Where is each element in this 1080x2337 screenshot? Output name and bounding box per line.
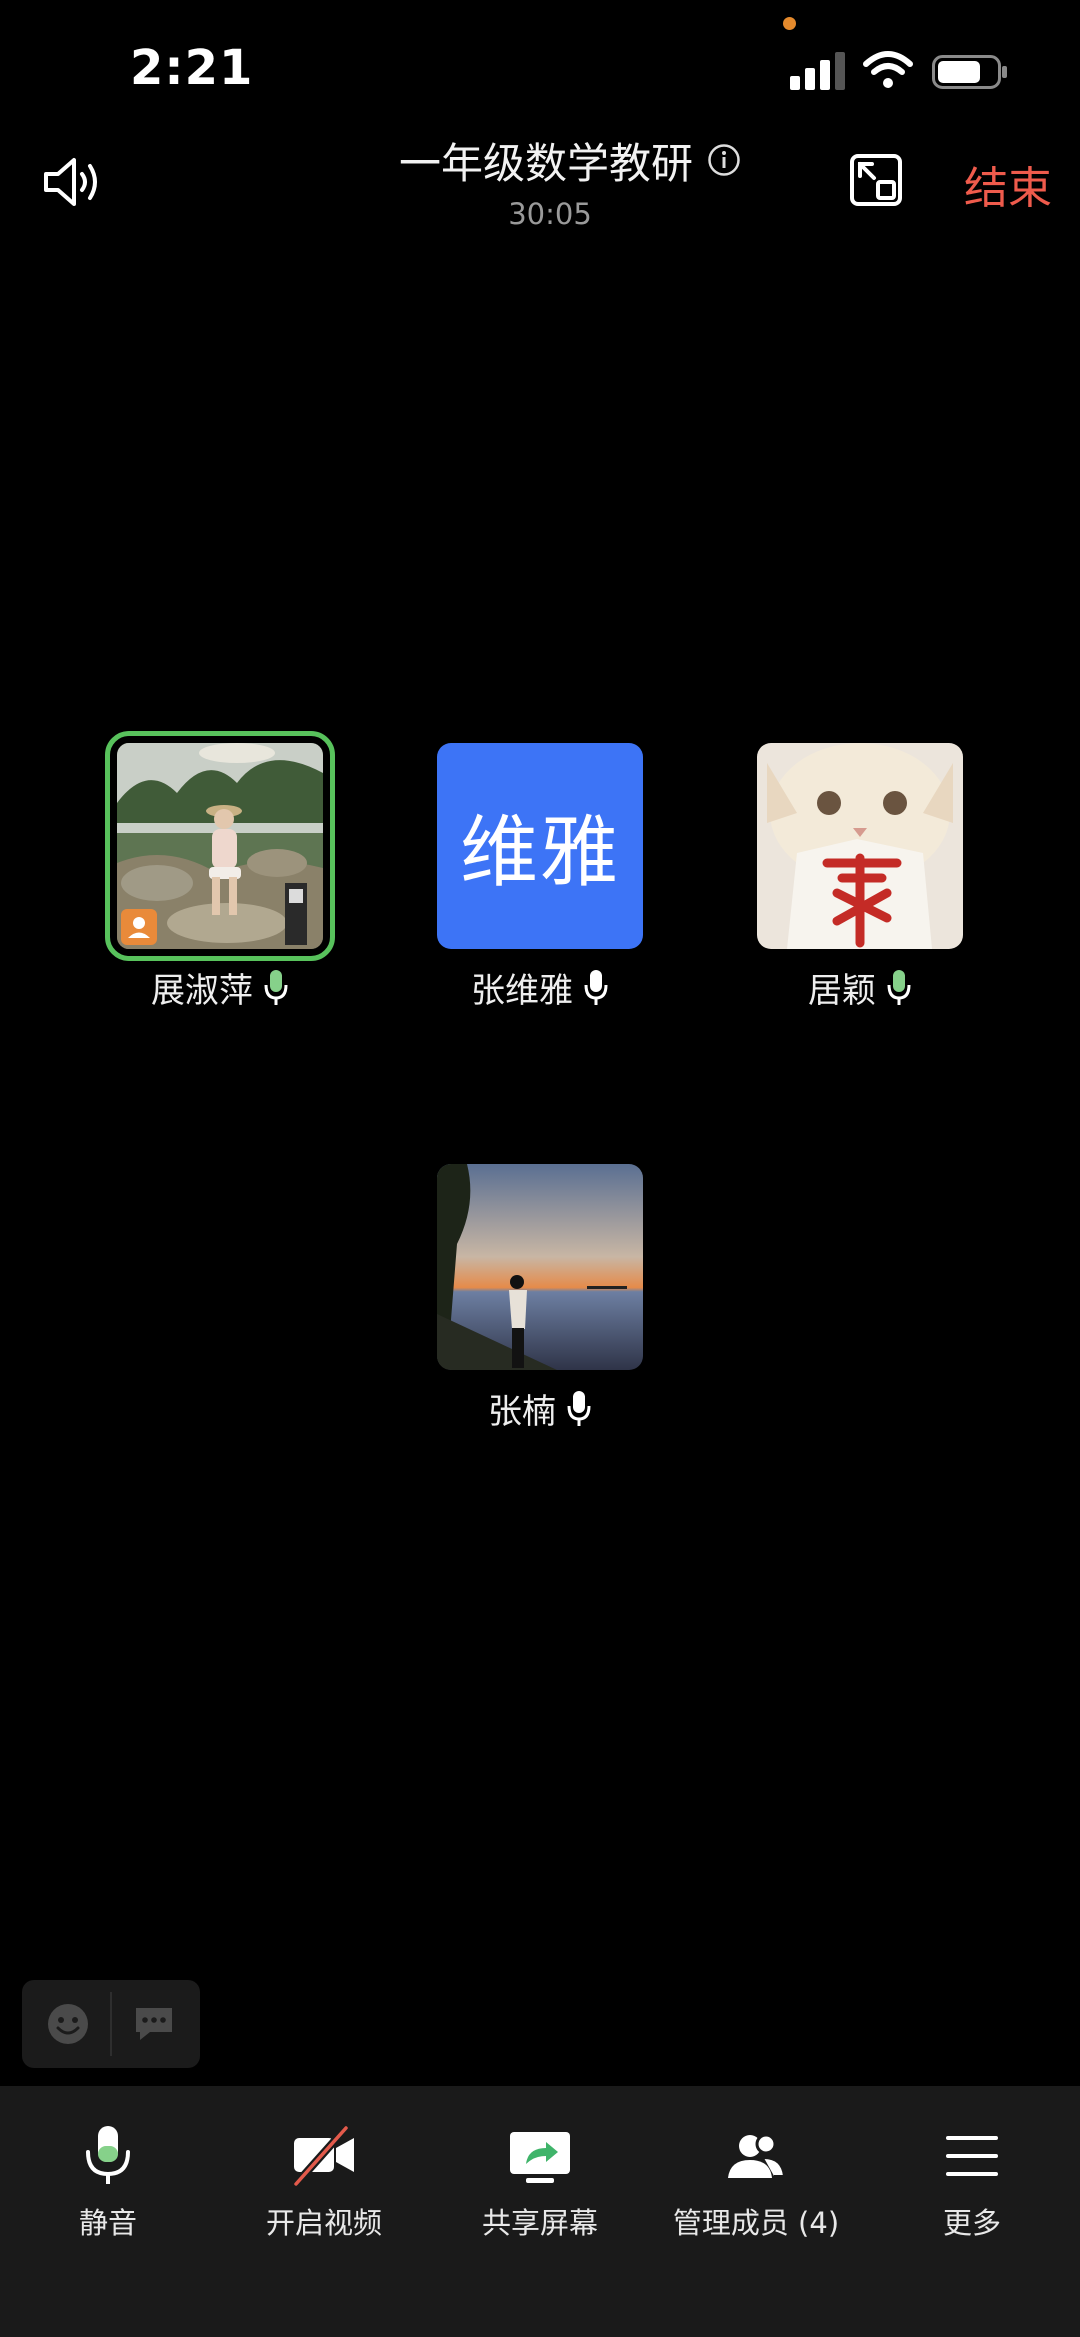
participant-name-row: 张维雅	[437, 963, 643, 1011]
bottom-toolbar: 静音 开启视频 共享屏幕 管理成员 (4) 更多	[0, 2086, 1080, 2337]
chat-message-icon[interactable]	[132, 2004, 176, 2044]
minimize-window-icon[interactable]	[848, 152, 904, 208]
participant-name: 居颖	[808, 970, 876, 1011]
participant-name-row: 张楠	[437, 1384, 643, 1432]
mute-label: 静音	[78, 2206, 137, 2240]
host-badge-icon	[121, 909, 157, 945]
participant-name: 张楠	[488, 1391, 556, 1432]
reaction-chat-bar	[22, 1980, 200, 2068]
emoji-icon[interactable]	[46, 2002, 90, 2046]
wifi-icon	[863, 51, 913, 88]
participant-name-row: 展淑萍	[117, 963, 323, 1011]
mic-icon	[567, 1391, 591, 1426]
divider	[110, 1992, 112, 2056]
info-icon[interactable]	[707, 143, 741, 177]
speaker-icon[interactable]	[40, 150, 104, 214]
manage-members-button[interactable]: 管理成员 (4)	[648, 2086, 864, 2256]
mic-active-icon	[887, 970, 911, 1005]
end-meeting-button[interactable]: 结束	[964, 152, 1052, 216]
privacy-indicator-dot	[783, 17, 796, 30]
mic-icon	[584, 970, 608, 1005]
more-label: 更多	[942, 2206, 1001, 2240]
participant-name-row: 居颖	[757, 963, 963, 1011]
meeting-title-row[interactable]: 一年级数学教研	[380, 130, 760, 190]
microphone-icon	[86, 2126, 130, 2184]
participant-avatar[interactable]	[105, 731, 335, 961]
participant-name: 展淑萍	[151, 970, 253, 1011]
video-off-icon	[293, 2125, 354, 2187]
battery-icon	[932, 55, 1007, 89]
cellular-signal-icon	[790, 52, 845, 90]
mic-active-icon	[264, 970, 288, 1005]
meeting-title: 一年级数学教研	[398, 138, 693, 188]
avatar-initials: 维雅	[459, 808, 620, 898]
participant-photo	[757, 743, 963, 949]
manage-members-label: 管理成员 (4)	[672, 2206, 840, 2240]
start-video-button[interactable]: 开启视频	[216, 2086, 432, 2256]
participant-avatar[interactable]	[757, 743, 963, 949]
participant-photo	[437, 1164, 643, 1370]
start-video-label: 开启视频	[265, 2206, 382, 2240]
share-screen-button[interactable]: 共享屏幕	[432, 2086, 648, 2256]
participant-avatar[interactable]: 维雅	[437, 743, 643, 949]
meeting-timer: 30:05	[508, 197, 592, 231]
menu-icon	[946, 2136, 998, 2176]
members-icon	[728, 2133, 786, 2178]
participant-avatar[interactable]	[437, 1164, 643, 1370]
status-time: 2:21	[130, 40, 254, 96]
share-screen-icon	[510, 2132, 570, 2183]
share-screen-label: 共享屏幕	[481, 2206, 598, 2240]
mute-button[interactable]: 静音	[0, 2086, 216, 2256]
participant-name: 张维雅	[471, 970, 573, 1011]
more-button[interactable]: 更多	[864, 2086, 1080, 2256]
